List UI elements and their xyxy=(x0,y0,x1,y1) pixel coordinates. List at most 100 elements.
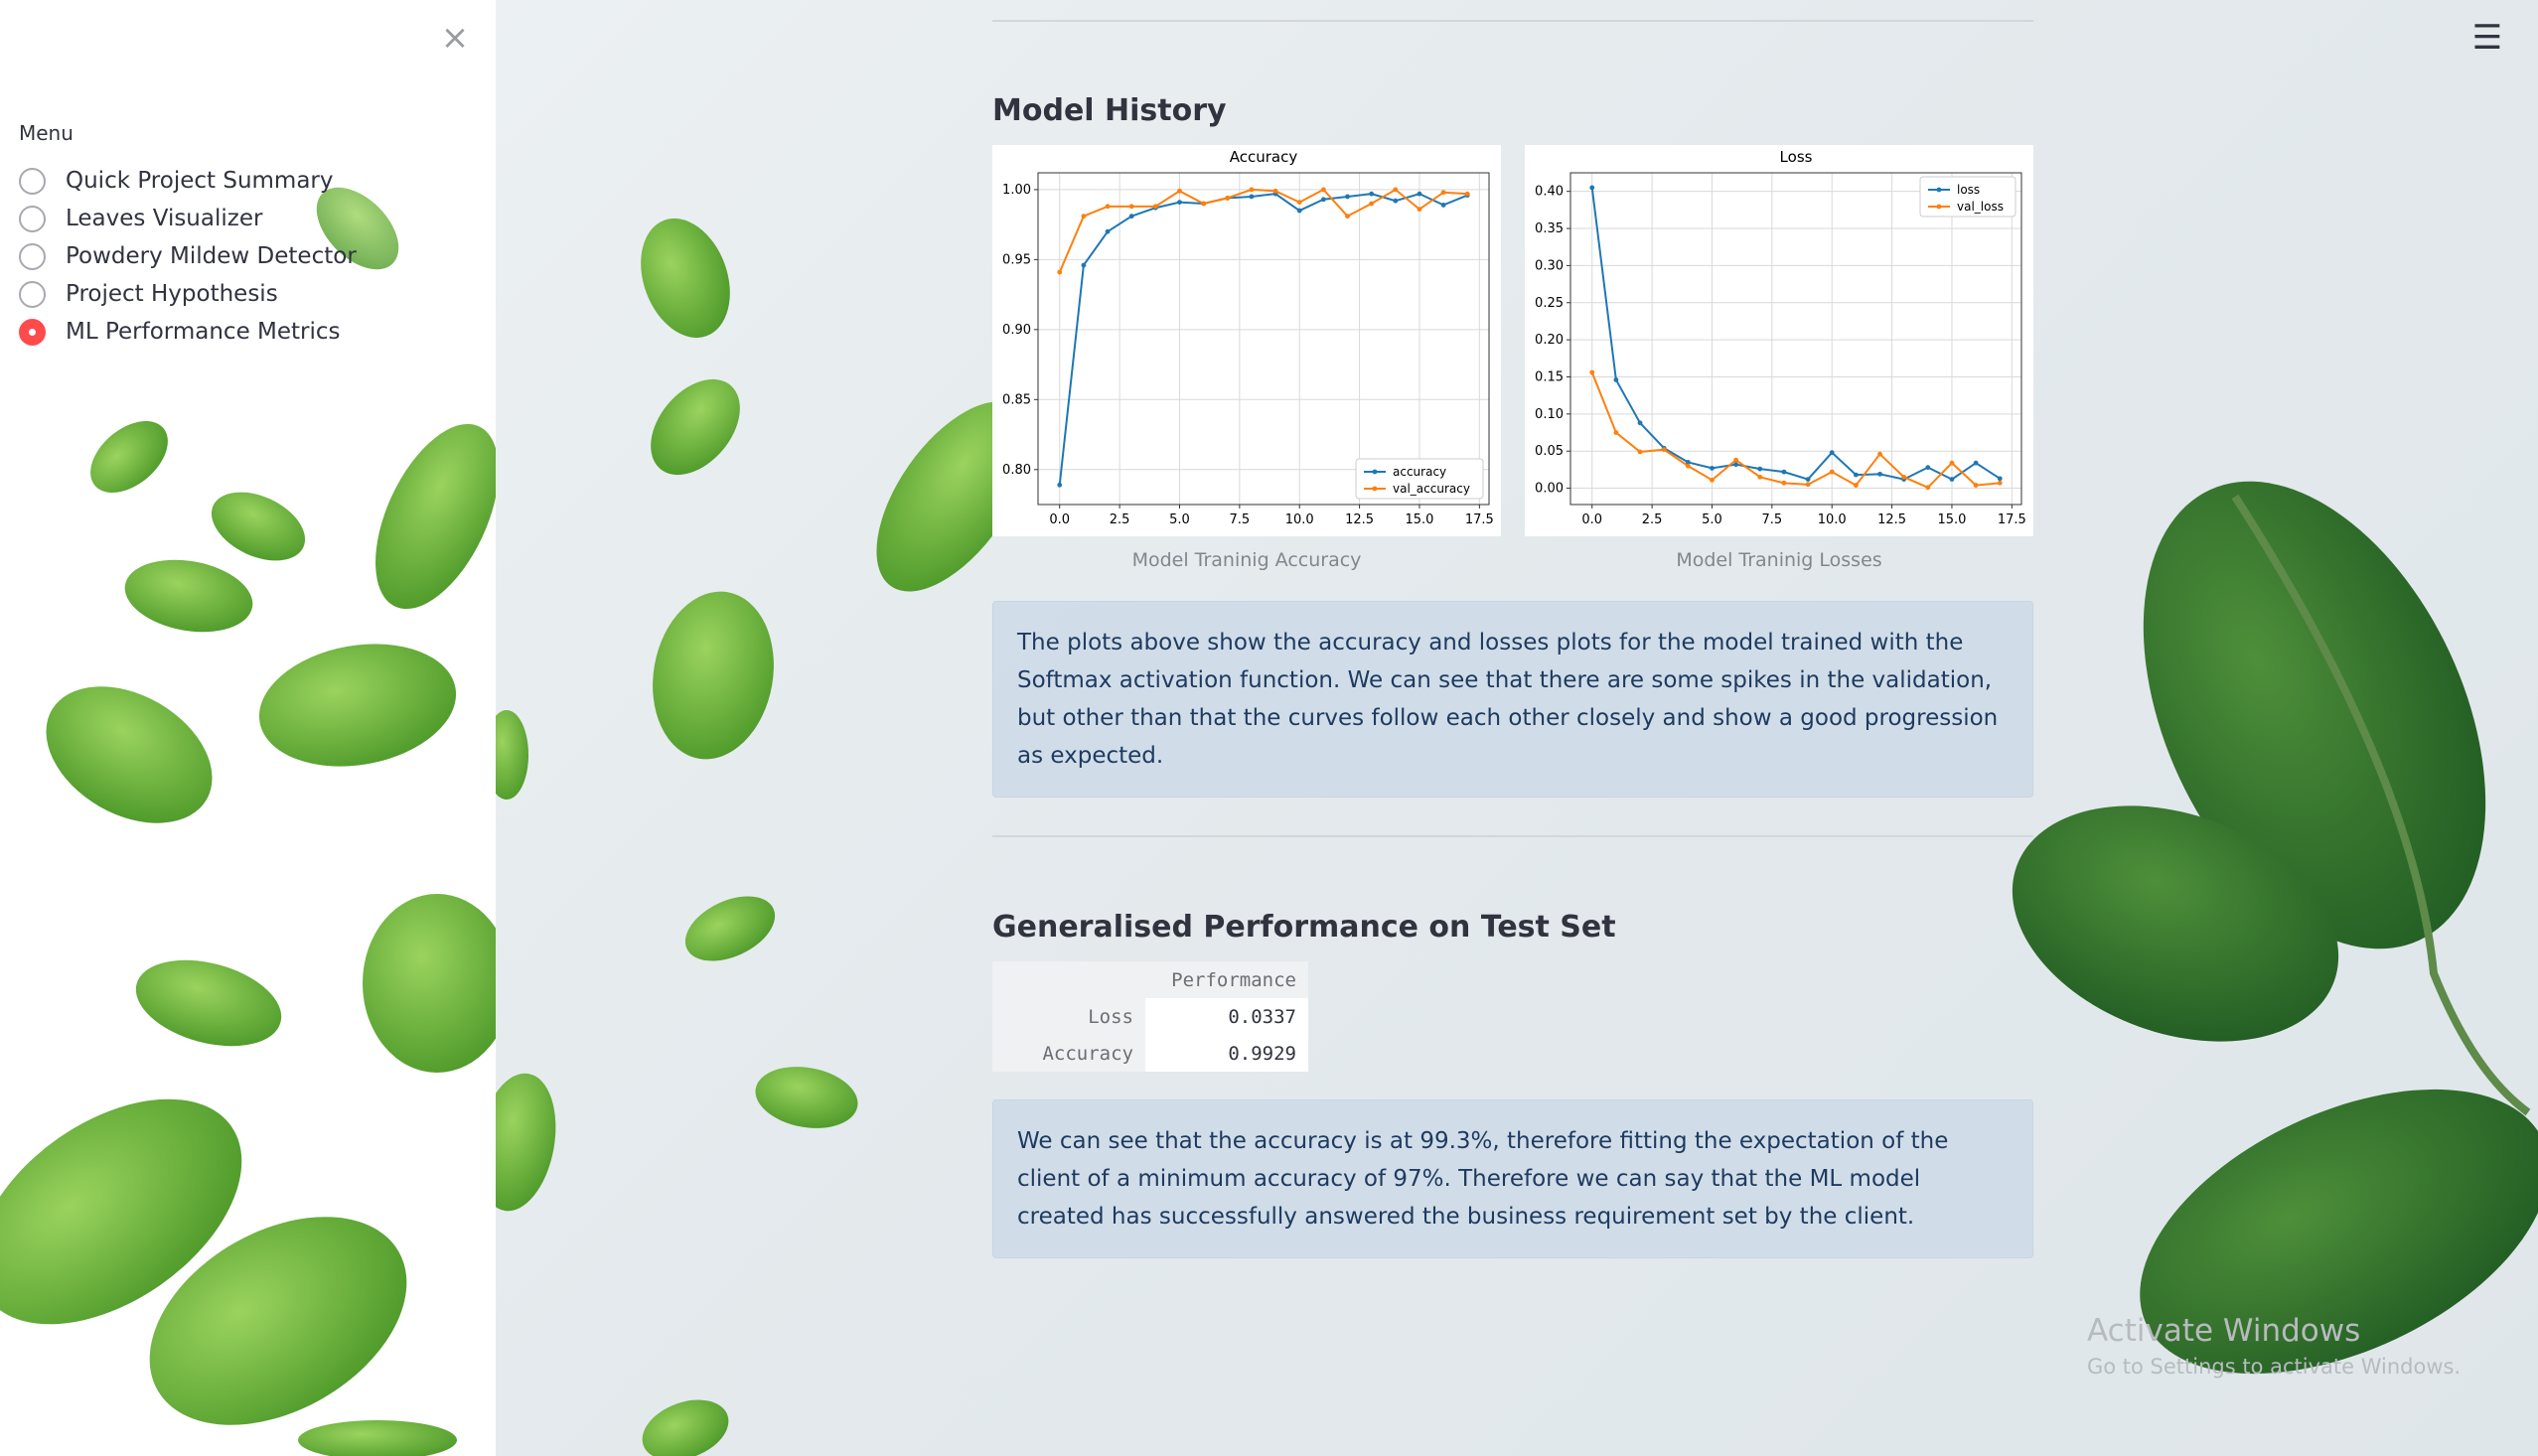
x-tick-label: 12.5 xyxy=(1345,512,1374,527)
radio-button-selected[interactable] xyxy=(19,318,46,346)
x-tick-label: 0.0 xyxy=(1049,512,1070,527)
data-point-loss xyxy=(1925,465,1931,471)
y-tick-label: 0.30 xyxy=(1535,258,1564,273)
data-point-accuracy xyxy=(1177,200,1182,205)
data-point-val_accuracy xyxy=(1440,190,1446,196)
nav-radio-label: Powdery Mildew Detector xyxy=(66,243,357,269)
nav-radio-quick-project-summary[interactable]: Quick Project Summary xyxy=(19,162,357,200)
table-cell: 0.0337 xyxy=(1145,998,1308,1035)
nav-radio-powdery-mildew-detector[interactable]: Powdery Mildew Detector xyxy=(19,237,357,275)
nav-radio-label: Project Hypothesis xyxy=(66,281,278,307)
main-menu-button[interactable]: ☰ xyxy=(2467,18,2507,58)
nav-radio-ml-performance-metrics[interactable]: ML Performance Metrics xyxy=(19,313,357,351)
menu-label: Menu xyxy=(19,121,74,145)
x-tick-label: 12.5 xyxy=(1877,512,1906,527)
test-info-text: We can see that the accuracy is at 99.3%… xyxy=(1017,1128,1949,1230)
data-point-val_accuracy xyxy=(1225,195,1231,201)
y-tick-label: 0.10 xyxy=(1535,407,1564,422)
legend-marker-loss xyxy=(1936,187,1942,193)
x-tick-label: 15.0 xyxy=(1405,512,1433,527)
data-point-val_loss xyxy=(1829,469,1835,475)
data-point-val_accuracy xyxy=(1201,201,1207,207)
series-line-val_loss xyxy=(1590,371,2001,490)
data-point-loss xyxy=(1973,460,1979,466)
table-cell: 0.9929 xyxy=(1145,1035,1308,1072)
data-point-loss xyxy=(1637,420,1643,426)
data-point-loss xyxy=(1829,450,1835,456)
data-point-val_accuracy xyxy=(1128,204,1134,210)
y-tick-label: 0.85 xyxy=(1002,392,1031,407)
data-point-loss xyxy=(1781,469,1787,475)
x-tick-label: 5.0 xyxy=(1702,512,1722,527)
data-point-accuracy xyxy=(1440,203,1446,208)
nav-radio-project-hypothesis[interactable]: Project Hypothesis xyxy=(19,275,357,313)
performance-table: Performance Loss 0.0337 Accuracy 0.9929 xyxy=(992,961,1308,1072)
legend-marker-val_accuracy xyxy=(1372,486,1378,492)
data-point-loss xyxy=(1853,472,1859,478)
divider xyxy=(992,835,2033,837)
legend-marker-accuracy xyxy=(1372,469,1378,475)
y-tick-label: 0.15 xyxy=(1535,369,1564,384)
history-info-box: The plots above show the accuracy and lo… xyxy=(992,601,2033,798)
data-point-val_accuracy xyxy=(1464,191,1470,197)
y-tick-label: 0.35 xyxy=(1535,221,1564,236)
data-point-val_loss xyxy=(1949,460,1955,466)
table-column-header: Performance xyxy=(1145,961,1308,998)
model-history-title: Model History xyxy=(992,93,1227,128)
plot-frame xyxy=(1569,172,2022,506)
radio-button[interactable] xyxy=(19,242,46,270)
data-point-loss xyxy=(1949,477,1955,482)
nav-radio-leaves-visualizer[interactable]: Leaves Visualizer xyxy=(19,200,357,237)
data-point-val_loss xyxy=(1757,474,1763,480)
data-point-accuracy xyxy=(1249,194,1255,200)
data-point-loss xyxy=(1589,185,1595,191)
data-point-loss xyxy=(1805,477,1811,482)
x-tick-label: 2.5 xyxy=(1110,512,1130,527)
data-point-val_loss xyxy=(1710,477,1715,483)
x-tick-label: 17.5 xyxy=(1465,512,1494,527)
test-performance-title: Generalised Performance on Test Set xyxy=(992,910,1616,945)
y-tick-label: 0.90 xyxy=(1002,323,1031,338)
data-point-val_loss xyxy=(1637,449,1643,455)
x-tick-label: 0.0 xyxy=(1581,512,1602,527)
data-point-val_loss xyxy=(1589,369,1595,375)
leaf-decoration xyxy=(477,218,2538,1456)
data-point-val_loss xyxy=(1901,474,1907,480)
x-tick-label: 10.0 xyxy=(1818,512,1847,527)
data-point-accuracy xyxy=(1369,191,1375,197)
chart-title: Loss xyxy=(1780,148,1813,166)
close-sidebar-button[interactable]: × xyxy=(435,18,475,58)
nav-radio-label: Leaves Visualizer xyxy=(66,206,263,231)
loss-chart-caption: Model Traninig Losses xyxy=(1676,549,1882,571)
data-point-val_accuracy xyxy=(1272,188,1278,194)
divider xyxy=(992,20,2033,22)
plot-frame xyxy=(1037,172,1490,506)
table-row: Loss 0.0337 xyxy=(992,998,1308,1035)
data-point-accuracy xyxy=(1345,194,1350,200)
data-point-val_accuracy xyxy=(1249,187,1255,193)
loss-chart: Loss 0.0 2.5 5.0 7.5 10.0 12.5 15.0 17.5 0.00 0.05… xyxy=(1535,148,2026,527)
table-corner xyxy=(992,961,1145,998)
legend-label: accuracy xyxy=(1393,465,1446,479)
radio-button[interactable] xyxy=(19,280,46,308)
data-point-val_loss xyxy=(1925,485,1931,491)
nav-radio-label: ML Performance Metrics xyxy=(66,319,341,345)
data-point-val_accuracy xyxy=(1320,187,1326,193)
radio-button[interactable] xyxy=(19,167,46,195)
radio-button[interactable] xyxy=(19,205,46,232)
data-point-accuracy xyxy=(1320,197,1326,203)
data-point-val_accuracy xyxy=(1152,204,1158,210)
x-tick-label: 5.0 xyxy=(1169,512,1190,527)
data-point-val_loss xyxy=(1613,430,1619,435)
x-tick-label: 10.0 xyxy=(1285,512,1314,527)
data-point-val_loss xyxy=(1853,483,1859,488)
data-point-val_loss xyxy=(1973,483,1979,488)
loss-chart-image: Loss 0.0 2.5 5.0 7.5 10.0 12.5 15.0 17.5 0.00 0.05… xyxy=(1525,145,2033,536)
data-point-accuracy xyxy=(1417,191,1422,197)
accuracy-chart: Accuracy 0.0 2.5 5.0 7.5 10.0 12.5 15.0 17.5 0.80… xyxy=(1002,148,1494,527)
data-point-accuracy xyxy=(1057,482,1063,488)
x-tick-label: 15.0 xyxy=(1937,512,1966,527)
data-point-val_accuracy xyxy=(1105,204,1111,210)
y-tick-label: 0.95 xyxy=(1002,252,1031,267)
series-line-loss xyxy=(1590,187,2001,481)
